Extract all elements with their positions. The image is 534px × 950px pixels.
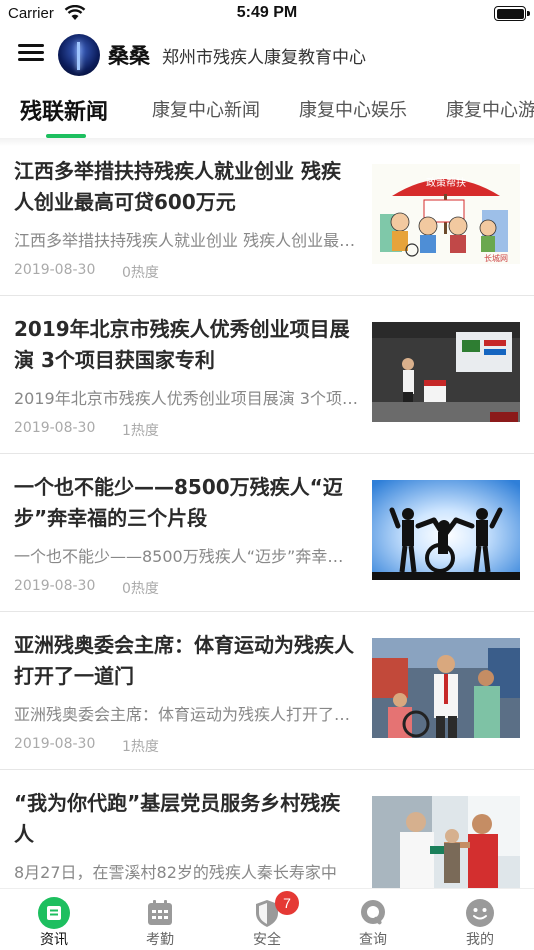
tab-bar-label: 考勤 <box>146 932 174 948</box>
news-summary: 一个也不能少——8500万残疾人“迈步”奔幸福的三个片段 <box>14 547 359 566</box>
tab-bar-item-query[interactable]: 查询 <box>333 889 413 950</box>
news-date: 2019-08-30 <box>14 262 96 278</box>
news-thumbnail <box>372 796 520 888</box>
news-heat: 1热度 <box>122 423 159 439</box>
hamburger-menu-icon[interactable] <box>14 40 48 70</box>
news-date: 2019-08-30 <box>14 420 96 436</box>
app-header: 桑桑 郑州市残疾人康复教育中心 <box>0 28 534 84</box>
tab-rehab-center-travel[interactable]: 康复中心游 <box>446 96 534 122</box>
status-time: 5:49 PM <box>236 4 298 21</box>
thumb-watermark-text: 长城网 <box>484 253 508 263</box>
org-name: 郑州市残疾人康复教育中心 <box>162 48 366 68</box>
news-item[interactable]: “我为你代跑”基层党员服务乡村残疾人 8月27日，在霅溪村82岁的残疾人秦长寿家… <box>0 770 534 888</box>
tab-bar-label: 资讯 <box>40 932 68 948</box>
news-item[interactable]: 江西多举措扶持残疾人就业创业 残疾人创业最高可贷600万元 江西多举措扶持残疾人… <box>0 138 534 296</box>
tab-disability-news[interactable]: 残联新闻 <box>20 94 108 126</box>
category-tabs: 残联新闻 康复中心新闻 康复中心娱乐 康复中心游 <box>0 84 534 138</box>
news-icon <box>38 897 70 929</box>
news-date: 2019-08-30 <box>14 736 96 752</box>
tab-bar-item-safety[interactable]: 7 安全 <box>227 889 307 950</box>
thumb-banner-text: 政策帮扶 <box>426 176 466 189</box>
news-list: 江西多举措扶持残疾人就业创业 残疾人创业最高可贷600万元 江西多举措扶持残疾人… <box>0 138 534 888</box>
news-thumbnail <box>372 322 520 422</box>
calendar-icon <box>148 900 172 925</box>
news-thumbnail <box>372 480 520 580</box>
search-icon <box>361 900 385 925</box>
news-item[interactable]: 2019年北京市残疾人优秀创业项目展演 3个项目获国家专利 2019年北京市残疾… <box>0 296 534 454</box>
tab-bar-item-attendance[interactable]: 考勤 <box>120 889 200 950</box>
news-title: “我为你代跑”基层党员服务乡村残疾人 <box>14 791 341 846</box>
news-title: 一个也不能少——8500万残疾人“迈步”奔幸福的三个片段 <box>14 475 343 530</box>
username: 桑桑 <box>108 44 150 68</box>
status-bar: Carrier 5:49 PM <box>0 0 534 28</box>
news-title: 2019年北京市残疾人优秀创业项目展演 3个项目获国家专利 <box>14 317 350 372</box>
news-item[interactable]: 亚洲残奥委会主席：体育运动为残疾人打开了一道门 亚洲残奥委会主席：体育运动为残疾… <box>0 612 534 770</box>
news-date: 2019-08-30 <box>14 578 96 594</box>
news-heat: 0热度 <box>122 581 159 597</box>
notification-badge: 7 <box>275 891 299 915</box>
profile-icon <box>466 899 494 927</box>
battery-icon <box>494 6 530 21</box>
tab-bar-item-profile[interactable]: 我的 <box>440 889 520 950</box>
news-thumbnail <box>372 638 520 738</box>
bottom-tab-bar: 资讯 考勤 7 安全 查询 我的 <box>0 888 534 950</box>
news-summary: 亚洲残奥委会主席：体育运动为残疾人打开了一道门 <box>14 705 359 724</box>
news-summary: 2019年北京市残疾人优秀创业项目展演 3个项目获国家专利 <box>14 389 359 408</box>
tab-rehab-center-entertainment[interactable]: 康复中心娱乐 <box>299 96 407 122</box>
tab-rehab-center-news[interactable]: 康复中心新闻 <box>152 96 260 122</box>
news-title: 亚洲残奥委会主席：体育运动为残疾人打开了一道门 <box>14 633 354 688</box>
tab-bar-item-news[interactable]: 资讯 <box>14 889 94 950</box>
tab-bar-label: 我的 <box>466 932 494 948</box>
news-heat: 0热度 <box>122 265 159 281</box>
news-heat: 1热度 <box>122 739 159 755</box>
news-thumbnail: 政策帮扶 长城网 <box>372 164 520 264</box>
tab-bar-label: 安全 <box>253 932 281 948</box>
news-title: 江西多举措扶持残疾人就业创业 残疾人创业最高可贷600万元 <box>14 159 341 214</box>
avatar[interactable] <box>58 34 100 76</box>
news-summary: 江西多举措扶持残疾人就业创业 残疾人创业最高可贷600万元 <box>14 231 359 250</box>
news-item[interactable]: 一个也不能少——8500万残疾人“迈步”奔幸福的三个片段 一个也不能少——850… <box>0 454 534 612</box>
tab-bar-label: 查询 <box>359 932 387 948</box>
news-summary: 8月27日，在霅溪村82岁的残疾人秦长寿家中 <box>14 863 337 882</box>
